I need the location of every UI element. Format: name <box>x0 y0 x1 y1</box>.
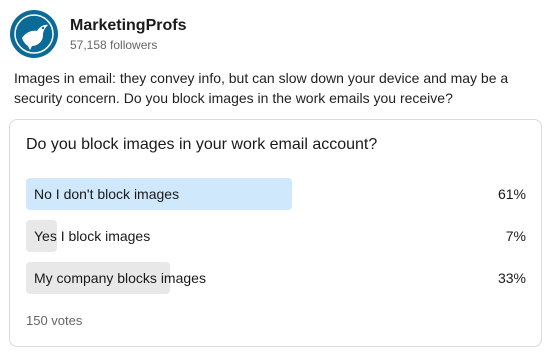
poll-option-label: Yes I block images <box>34 228 151 244</box>
avatar[interactable] <box>10 10 58 58</box>
poll-option-company-blocks[interactable]: My company blocks images 33% <box>26 262 526 294</box>
poll-card: Do you block images in your work email a… <box>9 119 542 347</box>
poll-option-label: My company blocks images <box>34 270 206 286</box>
poll-option-yes-block[interactable]: Yes I block images 7% <box>26 220 526 252</box>
author-name[interactable]: MarketingProfs <box>70 16 186 36</box>
poll-question: Do you block images in your work email a… <box>26 136 378 153</box>
post-body-text: Images in email: they convey info, but c… <box>14 70 509 106</box>
poll-option-percent: 7% <box>505 228 526 244</box>
post-header: MarketingProfs 57,158 followers <box>10 10 186 58</box>
poll-option-no-block[interactable]: No I don't block images 61% <box>26 178 526 210</box>
follower-count: 57,158 followers <box>70 37 158 52</box>
vote-count[interactable]: 150 votes <box>26 312 82 330</box>
poll-option-label: No I don't block images <box>34 186 180 202</box>
poll-option-percent: 33% <box>497 270 526 286</box>
marketingprofs-bird-logo-icon <box>12 12 56 56</box>
poll-option-percent: 61% <box>497 186 526 202</box>
